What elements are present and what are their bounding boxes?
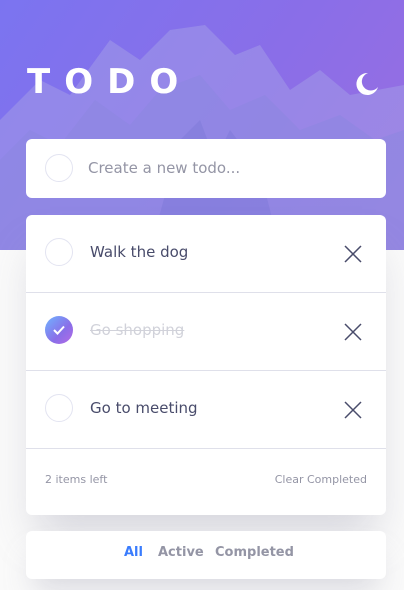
app-title: TODO <box>27 62 193 102</box>
hero-background: TODO <box>0 0 404 250</box>
todo-text: Walk the dog <box>90 243 189 261</box>
todo-row: Go to meeting <box>26 371 386 449</box>
todo-row: Walk the dog <box>26 215 386 293</box>
todo-checkbox[interactable] <box>45 394 73 422</box>
todo-checkbox[interactable] <box>45 238 73 266</box>
filter-active[interactable]: Active <box>158 545 204 560</box>
todo-row: Go shopping <box>26 293 386 371</box>
check-icon <box>53 325 65 335</box>
new-todo-input[interactable] <box>88 156 368 180</box>
clear-completed-button[interactable]: Clear Completed <box>275 473 367 486</box>
todo-text: Go shopping <box>90 321 185 339</box>
close-icon[interactable] <box>343 400 363 420</box>
new-todo-circle[interactable] <box>45 154 73 182</box>
filter-bar: All Active Completed <box>26 531 386 579</box>
todo-text: Go to meeting <box>90 399 198 417</box>
filter-all[interactable]: All <box>124 545 143 560</box>
todo-checkbox-checked[interactable] <box>45 316 73 344</box>
todo-list: Walk the dog Go shopping Go to meeting 2… <box>26 215 386 515</box>
new-todo-card <box>26 139 386 198</box>
mountains-image <box>0 25 404 250</box>
filter-completed[interactable]: Completed <box>215 545 294 560</box>
close-icon[interactable] <box>343 322 363 342</box>
items-left-count: 2 items left <box>45 473 108 486</box>
moon-icon[interactable] <box>352 70 380 98</box>
close-icon[interactable] <box>343 244 363 264</box>
